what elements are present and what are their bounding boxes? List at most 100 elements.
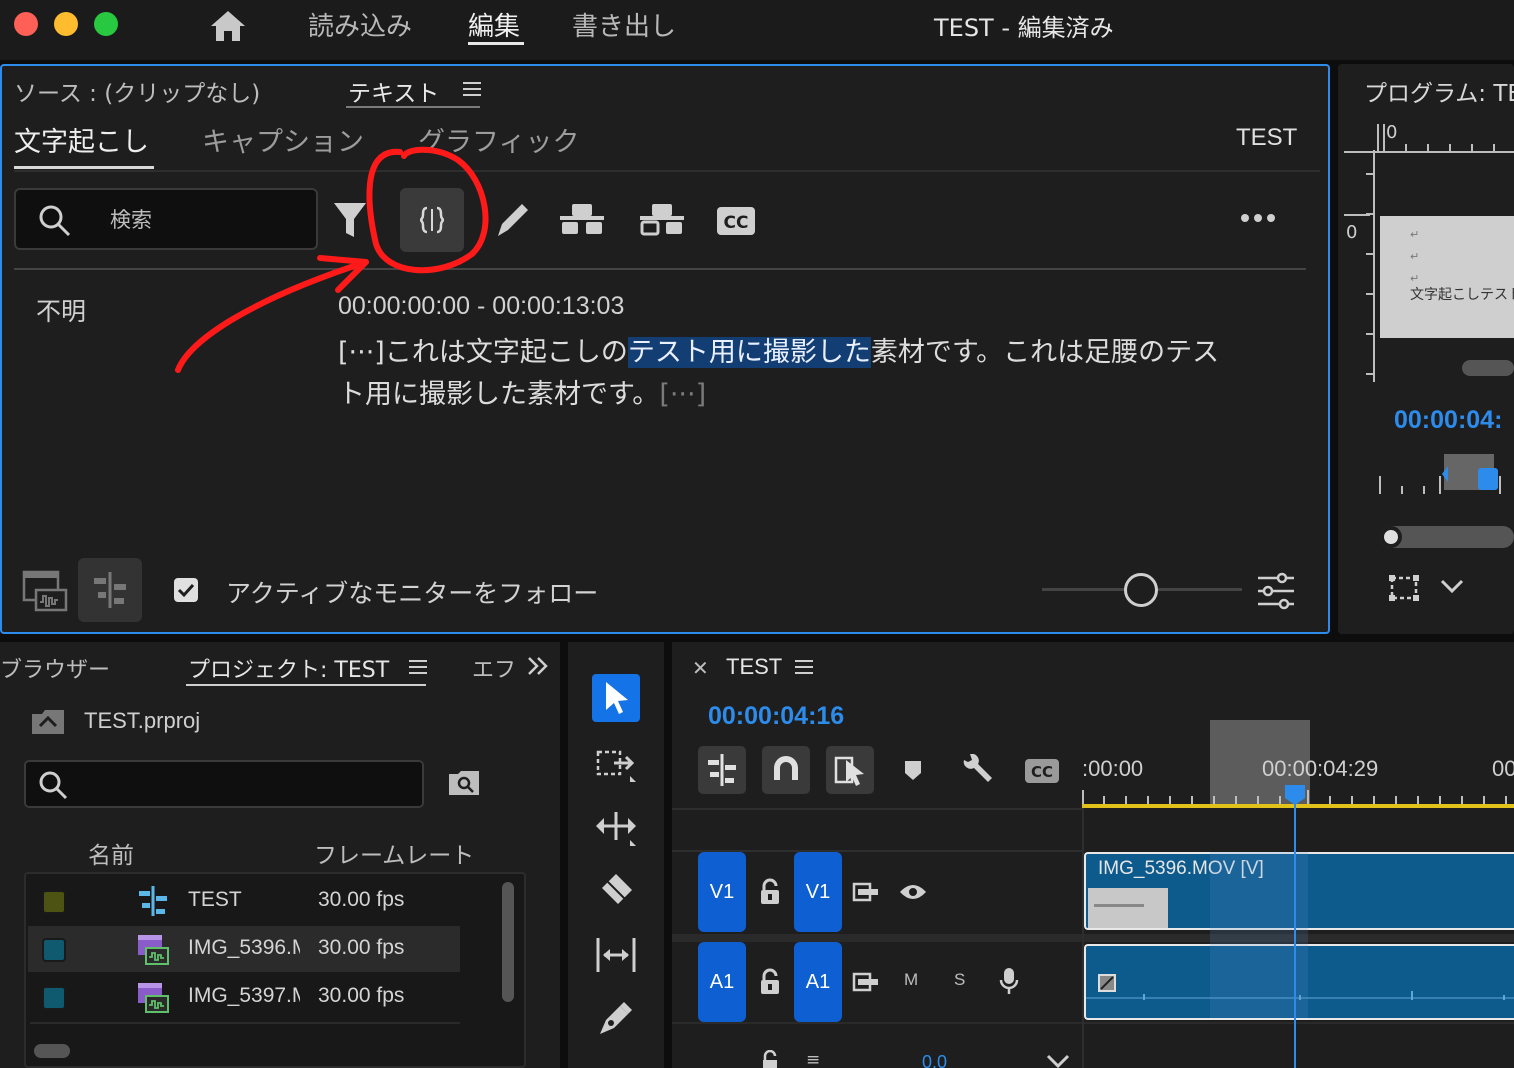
lock-icon[interactable] xyxy=(758,878,782,906)
chevron-down-icon[interactable] xyxy=(1440,578,1464,594)
menu-edit[interactable]: 編集 xyxy=(468,6,520,43)
column-name[interactable]: 名前 xyxy=(88,836,134,870)
frame-caption-text: 文字起こしテスト xyxy=(1410,287,1514,303)
sync-lock-icon[interactable] xyxy=(852,880,880,904)
microphone-icon[interactable] xyxy=(998,966,1020,996)
program-timecode[interactable]: 00:00:04: xyxy=(1394,406,1502,435)
label-color-swatch[interactable] xyxy=(42,890,66,914)
tab-browser[interactable]: ブラウザー xyxy=(0,652,110,684)
eye-icon[interactable] xyxy=(898,882,928,902)
label-color-swatch[interactable] xyxy=(42,938,66,962)
project-row-test[interactable]: TEST 30.00 fps xyxy=(28,878,460,924)
track-separator xyxy=(672,934,1514,942)
tab-source[interactable]: ソース : (クリップなし) xyxy=(14,74,260,108)
mix-lock-icon[interactable] xyxy=(760,1050,780,1068)
v1-source-patch[interactable]: V1 xyxy=(698,852,746,932)
sync-lock-icon[interactable] xyxy=(852,970,880,994)
merge-segments-icon[interactable] xyxy=(558,202,606,236)
go-to-end-icon[interactable] xyxy=(1046,1054,1070,1068)
razor-tool-icon[interactable] xyxy=(596,870,636,910)
follow-monitor-checkbox[interactable] xyxy=(174,578,198,602)
tab-effects[interactable]: エフ xyxy=(472,652,514,684)
project-item-list: TEST 30.00 fps IMG_5396.MOV 30.00 fps IM… xyxy=(24,872,526,1068)
zoom-window-button[interactable] xyxy=(94,12,118,36)
minimize-window-button[interactable] xyxy=(54,12,78,36)
find-bin-icon[interactable] xyxy=(448,770,480,796)
wrench-icon[interactable] xyxy=(960,754,994,786)
svg-text:CC: CC xyxy=(1031,763,1053,781)
linked-selection-button[interactable] xyxy=(826,746,874,794)
a1-source-patch[interactable]: A1 xyxy=(698,942,746,1022)
add-marker-icon[interactable] xyxy=(902,758,924,782)
sequence-timecode[interactable]: 00:00:04:16 xyxy=(708,702,844,731)
a1-track-target[interactable]: A1 xyxy=(794,942,842,1022)
tab-text[interactable]: テキスト xyxy=(348,74,439,108)
search-icon xyxy=(38,204,72,238)
mix-menu-icon[interactable]: ≡ xyxy=(806,1050,820,1068)
sequence-tab[interactable]: TEST xyxy=(726,654,782,680)
linked-selection-icon xyxy=(834,756,864,786)
program-ruler-zero: 0 xyxy=(1386,122,1398,143)
ellipsis-end: [···] xyxy=(659,379,707,410)
safe-margins-icon[interactable] xyxy=(1388,574,1420,602)
annotation-circle-arrow xyxy=(160,140,500,380)
program-zoom-handle[interactable] xyxy=(1380,526,1402,548)
sequence-view-button[interactable] xyxy=(78,558,142,622)
close-window-button[interactable] xyxy=(14,12,38,36)
track-select-tool-icon[interactable] xyxy=(596,748,638,784)
slip-tool-icon[interactable] xyxy=(594,936,638,974)
project-row-img5397[interactable]: IMG_5397.MOV 30.00 fps xyxy=(28,974,460,1020)
item-frame-rate: 30.00 fps xyxy=(318,936,405,959)
program-monitor-title[interactable]: プログラム: TE xyxy=(1364,74,1514,108)
menu-export[interactable]: 書き出し xyxy=(572,6,676,43)
tab-project[interactable]: プロジェクト: TEST xyxy=(188,652,389,684)
captions-track-icon[interactable]: CC xyxy=(1024,758,1060,784)
project-search-input[interactable] xyxy=(24,760,424,808)
subtab-transcript[interactable]: 文字起こし xyxy=(14,120,149,159)
video-clip-icon xyxy=(136,980,170,1014)
mix-volume[interactable]: 0.0 xyxy=(922,1052,947,1068)
project-row-img5396[interactable]: IMG_5396.MOV 30.00 fps xyxy=(28,926,460,972)
ripple-edit-tool-icon[interactable] xyxy=(594,808,638,848)
item-name: IMG_5397.MOV xyxy=(188,984,300,1007)
close-sequence-icon[interactable]: ✕ xyxy=(692,656,709,680)
solo-button[interactable]: S xyxy=(954,970,965,990)
speaker-label[interactable]: 不明 xyxy=(36,292,86,328)
program-video-frame[interactable]: ↵ ↵ ↵ 文字起こしテスト xyxy=(1380,216,1514,338)
v1-track-target[interactable]: V1 xyxy=(794,852,842,932)
timeline-menu-icon[interactable] xyxy=(794,658,814,676)
clip-thumbnail xyxy=(1088,888,1168,928)
track-area-divider xyxy=(672,808,1082,810)
media-waveform-icon[interactable] xyxy=(22,568,68,612)
lock-icon[interactable] xyxy=(758,968,782,996)
title-bar: 読み込み 編集 書き出し TEST - 編集済み xyxy=(0,0,1514,60)
label-color-swatch[interactable] xyxy=(42,986,66,1010)
vertical-splitter-1[interactable] xyxy=(560,642,568,1068)
zoom-slider-handle[interactable] xyxy=(1124,573,1158,607)
project-list-scrollbar[interactable] xyxy=(502,882,514,1002)
menu-import[interactable]: 読み込み xyxy=(308,6,412,43)
nest-icon xyxy=(708,754,736,786)
horizontal-splitter[interactable] xyxy=(0,634,1514,642)
settings-sliders-icon[interactable] xyxy=(1256,572,1296,610)
tab-text-underline xyxy=(346,106,480,108)
captions-icon[interactable]: CC xyxy=(716,206,756,236)
split-segments-icon[interactable] xyxy=(638,202,686,236)
more-options-icon[interactable] xyxy=(1240,212,1276,224)
pen-tool-icon[interactable] xyxy=(596,998,636,1038)
vertical-splitter-2[interactable] xyxy=(664,642,672,1068)
snap-button[interactable] xyxy=(762,746,810,794)
follow-monitor-label: アクティブなモニターをフォロー xyxy=(226,579,599,608)
program-scrollbar[interactable] xyxy=(1462,360,1514,376)
panel-menu-icon[interactable] xyxy=(462,80,482,98)
column-frame-rate[interactable]: フレームレート xyxy=(314,836,474,870)
mute-button[interactable]: M xyxy=(904,970,918,990)
home-icon[interactable] xyxy=(208,8,248,44)
more-tabs-icon[interactable] xyxy=(526,656,550,676)
nest-sequence-button[interactable] xyxy=(698,746,746,794)
program-side-ruler xyxy=(1364,150,1378,382)
selection-tool-button[interactable] xyxy=(592,674,640,722)
project-menu-icon[interactable] xyxy=(408,658,428,676)
transcript-text-c: ト用に撮影した素材です。 xyxy=(338,379,660,410)
project-horizontal-scrollbar[interactable] xyxy=(34,1044,70,1058)
